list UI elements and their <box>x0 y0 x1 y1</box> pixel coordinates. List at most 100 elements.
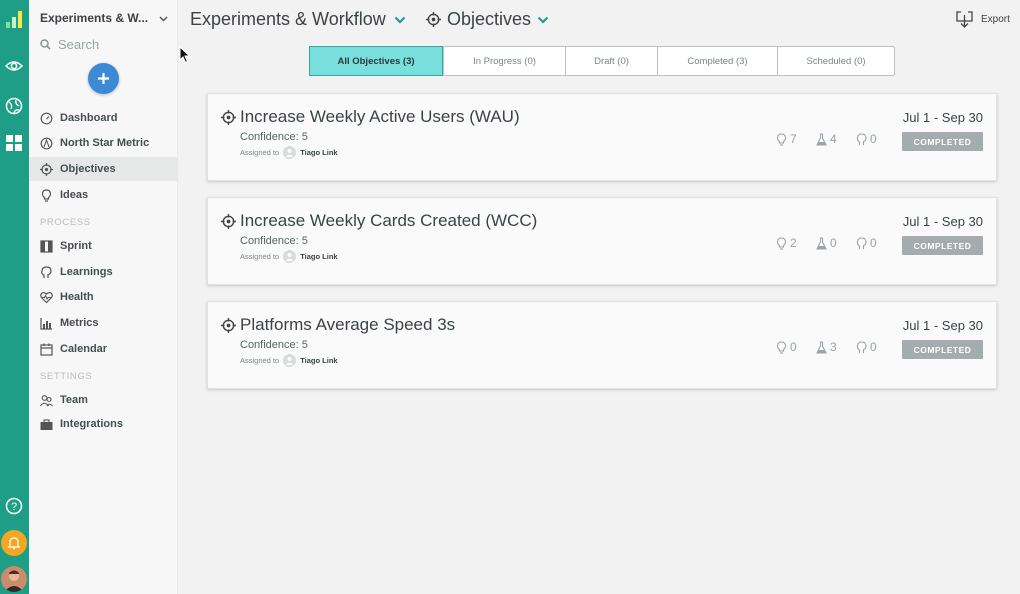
user-icon <box>285 149 294 157</box>
sidebar-item-learnings[interactable]: Learnings <box>29 260 178 284</box>
sidebar-item-objectives[interactable]: Objectives <box>29 157 178 181</box>
export-label: Export <box>981 14 1010 25</box>
help-icon[interactable]: ? <box>4 496 24 516</box>
objective-card[interactable]: Platforms Average Speed 3s Confidence: 5… <box>207 301 997 389</box>
tab-draft[interactable]: Draft (0) <box>565 47 657 75</box>
assigned-label: Assigned to <box>240 252 280 261</box>
objective-assignee: Assigned to Tiago Link <box>240 146 338 159</box>
export-button[interactable]: Export <box>956 11 1010 28</box>
user-icon <box>285 357 294 365</box>
objective-confidence: Confidence: 5 <box>240 131 308 143</box>
project-switcher[interactable]: Experiments & Workflow <box>190 9 406 30</box>
user-icon <box>285 253 294 261</box>
learnings-count: 0 <box>856 340 882 354</box>
lightbulb-icon <box>776 236 787 250</box>
heart-pulse-icon <box>40 291 53 303</box>
flask-icon <box>816 236 827 250</box>
app-logo-icon[interactable] <box>3 8 25 30</box>
objective-title[interactable]: Platforms Average Speed 3s <box>240 315 455 335</box>
bar-chart-icon <box>40 317 52 330</box>
sidebar-item-label: Metrics <box>60 317 99 329</box>
objective-card[interactable]: Increase Weekly Cards Created (WCC) Conf… <box>207 197 997 285</box>
status-badge: COMPLETED <box>902 340 983 359</box>
assignee-name: Tiago Link <box>300 252 338 261</box>
sidebar-item-label: Dashboard <box>60 112 118 124</box>
status-badge: COMPLETED <box>902 132 983 151</box>
ideas-count: 7 <box>776 132 802 146</box>
learnings-count: 0 <box>856 236 882 250</box>
status-tabs: All Objectives (3) In Progress (0) Draft… <box>309 46 895 76</box>
sidebar: Experiments & W... Search Dashboard Nort… <box>29 0 178 594</box>
brain-icon <box>856 340 867 353</box>
target-icon <box>221 110 236 125</box>
objective-title[interactable]: Increase Weekly Active Users (WAU) <box>240 107 520 127</box>
sidebar-item-label: Sprint <box>60 240 92 252</box>
tab-scheduled[interactable]: Scheduled (0) <box>777 47 894 75</box>
assigned-label: Assigned to <box>240 148 280 157</box>
sidebar-item-dashboard[interactable]: Dashboard <box>29 106 178 130</box>
svg-text:?: ? <box>11 501 17 513</box>
notifications-button[interactable] <box>1 530 27 556</box>
chevron-down-icon <box>394 16 406 24</box>
objective-stats: 7 4 0 <box>776 132 882 146</box>
experiments-count: 0 <box>816 236 842 250</box>
section-switcher[interactable]: Objectives <box>426 9 549 30</box>
objective-confidence: Confidence: 5 <box>240 339 308 351</box>
sidebar-item-label: Learnings <box>60 266 113 278</box>
tab-completed[interactable]: Completed (3) <box>657 47 777 75</box>
objective-stats: 0 3 0 <box>776 340 882 354</box>
sidebar-item-health[interactable]: Health <box>29 285 178 309</box>
objective-date-range: Jul 1 - Sep 30 <box>902 214 983 229</box>
sidebar-item-metrics[interactable]: Metrics <box>29 311 178 335</box>
toolbox-icon <box>40 418 53 430</box>
objective-title[interactable]: Increase Weekly Cards Created (WCC) <box>240 211 537 231</box>
sidebar-item-label: North Star Metric <box>60 137 150 149</box>
add-button[interactable] <box>88 63 119 94</box>
objective-card[interactable]: Increase Weekly Active Users (WAU) Confi… <box>207 93 997 181</box>
sidebar-item-calendar[interactable]: Calendar <box>29 337 178 361</box>
objective-assignee: Assigned to Tiago Link <box>240 250 338 263</box>
eye-icon[interactable] <box>4 56 24 76</box>
sidebar-item-team[interactable]: Team <box>29 388 178 412</box>
sidebar-item-label: Integrations <box>60 418 123 430</box>
chevron-down-icon <box>537 16 549 24</box>
section-title: Objectives <box>447 9 532 29</box>
search-input[interactable]: Search <box>40 37 99 52</box>
sidebar-item-label: Team <box>60 394 88 406</box>
apps-grid-icon[interactable] <box>4 133 24 153</box>
process-section-header: PROCESS <box>40 217 91 228</box>
plus-icon <box>98 73 109 84</box>
target-icon <box>221 318 236 333</box>
target-icon <box>426 12 441 27</box>
flask-icon <box>816 340 827 354</box>
sidebar-item-ideas[interactable]: Ideas <box>29 183 178 207</box>
status-badge: COMPLETED <box>902 236 983 255</box>
objective-date-range: Jul 1 - Sep 30 <box>902 318 983 333</box>
sidebar-item-label: Ideas <box>60 189 89 201</box>
target-icon <box>40 162 53 176</box>
gauge-icon <box>40 112 53 124</box>
experiments-count: 3 <box>816 340 842 354</box>
sidebar-item-north-star-metric[interactable]: North Star Metric <box>29 131 178 155</box>
assignee-name: Tiago Link <box>300 148 338 157</box>
tab-all-objectives[interactable]: All Objectives (3) <box>309 46 443 76</box>
sidebar-item-label: Health <box>60 291 94 303</box>
target-icon <box>221 214 236 229</box>
tab-in-progress[interactable]: In Progress (0) <box>443 47 565 75</box>
page-title: Experiments & Workflow <box>190 9 386 29</box>
search-placeholder: Search <box>58 37 100 52</box>
objective-confidence: Confidence: 5 <box>240 235 308 247</box>
workspace-switcher[interactable]: Experiments & W... <box>40 11 168 25</box>
assignee-name: Tiago Link <box>300 356 338 365</box>
ideas-count: 2 <box>776 236 802 250</box>
sidebar-item-integrations[interactable]: Integrations <box>29 412 178 436</box>
learnings-count: 0 <box>856 132 882 146</box>
experiments-count: 4 <box>816 132 842 146</box>
user-avatar[interactable] <box>1 566 27 592</box>
sidebar-item-sprint[interactable]: Sprint <box>29 234 178 258</box>
flask-icon <box>816 132 827 146</box>
globe-icon[interactable] <box>4 96 24 116</box>
ideas-count: 0 <box>776 340 802 354</box>
mouse-cursor-icon <box>179 46 191 64</box>
assignee-avatar <box>283 250 297 263</box>
